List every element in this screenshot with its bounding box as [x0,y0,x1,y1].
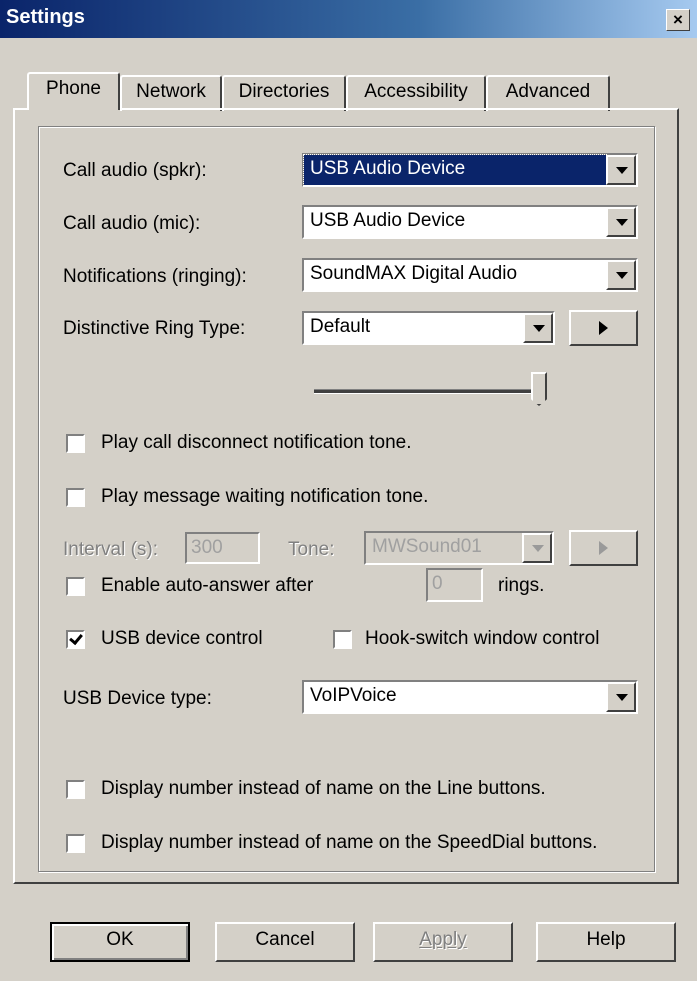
apply-button[interactable]: Apply [373,922,513,962]
cancel-button[interactable]: Cancel [215,922,355,962]
cancel-label: Cancel [255,929,315,950]
help-label: Help [586,929,626,950]
title-bar[interactable]: Settings × [0,0,697,38]
tab-accessibility-label: Accessibility [364,81,468,102]
close-button[interactable]: × [666,9,690,31]
settings-window: Settings × Phone Network Directories Acc… [0,0,697,981]
tab-panel [13,108,679,884]
tab-phone[interactable]: Phone [27,72,120,110]
tab-network-label: Network [136,81,206,102]
tab-phone-label: Phone [46,78,101,99]
tab-advanced[interactable]: Advanced [486,75,610,111]
help-button[interactable]: Help [536,922,676,962]
window-title: Settings [6,6,85,28]
apply-label: Apply [419,929,467,950]
tab-advanced-label: Advanced [505,81,591,102]
ok-button[interactable]: OK [50,922,190,962]
tab-directories-label: Directories [238,81,330,102]
tab-accessibility[interactable]: Accessibility [346,75,486,111]
tab-network[interactable]: Network [120,75,222,111]
ok-label: OK [106,929,134,950]
tab-directories[interactable]: Directories [222,75,346,111]
